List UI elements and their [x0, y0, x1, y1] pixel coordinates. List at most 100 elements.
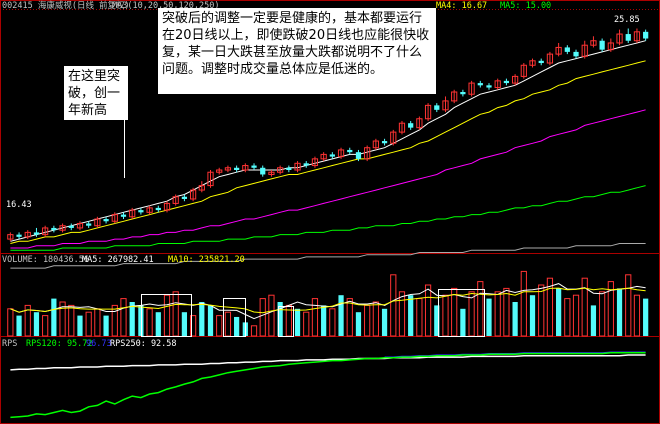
volume-bar [503, 287, 510, 337]
candle-body [86, 223, 92, 226]
volume-bar [346, 298, 353, 337]
volume-bar [94, 308, 101, 337]
volume-bar [103, 315, 109, 336]
candle-body [51, 227, 57, 231]
low-price-marker: 16.43 [6, 200, 32, 210]
volume-bar [321, 305, 327, 336]
volume-bar [599, 291, 606, 337]
rps120-line [10, 352, 646, 419]
volume-bar [181, 312, 188, 336]
volume-bar [329, 308, 336, 337]
volume-bar [486, 298, 492, 336]
rps-panel [10, 351, 646, 419]
volume-bar [216, 315, 223, 337]
volume-bar [372, 301, 379, 337]
ma4-value: MA4: 16.67 [436, 1, 487, 11]
volume-label: VOLUME: 180436.56 [2, 255, 89, 265]
volume-bar [111, 304, 118, 337]
volume-bar [364, 304, 371, 337]
volume-bar [199, 302, 205, 336]
volume-bar [529, 295, 536, 336]
volume-bar [451, 287, 458, 337]
volume-bar [120, 298, 127, 337]
volume-bar [85, 311, 92, 337]
volume-bar [616, 288, 623, 336]
volume-bar [250, 325, 258, 337]
volume-bar [556, 288, 562, 336]
ma3-line [10, 109, 646, 249]
volume-bar [33, 312, 40, 336]
volume-bar [163, 294, 171, 337]
volume-bar [442, 294, 449, 337]
high-price-marker: 25.85 [614, 15, 640, 25]
candle-body [303, 163, 309, 166]
candle-body [355, 152, 362, 159]
candle-body [573, 51, 579, 57]
volume-bar [538, 284, 545, 337]
candle-body [381, 141, 388, 144]
candle-body [155, 207, 161, 211]
rps250-line [10, 354, 646, 371]
volume-ma10: MA10: 235821.20 [168, 255, 245, 265]
volume-bar [51, 298, 57, 336]
candle-body [347, 149, 353, 153]
volume-bar [512, 302, 518, 336]
candle-body [16, 234, 22, 237]
volume-bar [338, 295, 344, 336]
volume-bar [7, 308, 14, 337]
volume-bar [355, 312, 362, 336]
candle-body [120, 214, 127, 217]
volume-bar [468, 291, 475, 337]
ma5-value: MA5: 15.00 [500, 1, 551, 11]
volume-bar [155, 312, 161, 336]
volume-bar [68, 304, 75, 337]
volume-bar [294, 308, 301, 336]
candle-body [538, 60, 544, 64]
candle-body [503, 80, 510, 84]
volume-bar [520, 270, 527, 337]
volume-bar [408, 295, 414, 336]
volume-ma5: MA5: 267982.41 [82, 255, 154, 265]
volume-bar [460, 308, 466, 336]
candle-body [329, 154, 335, 157]
volume-bar [259, 298, 266, 337]
volume-bar [42, 315, 49, 337]
volume-bar [633, 294, 641, 337]
candle-body [564, 47, 570, 52]
volume-bar [564, 298, 571, 337]
candle-body [408, 123, 414, 128]
rps-mid-value: 96.73 [86, 339, 112, 349]
candle-body [286, 167, 292, 170]
volume-bar [390, 274, 397, 337]
volume-bar [172, 291, 179, 337]
volume-bar [224, 311, 232, 337]
volume-bar [416, 298, 423, 337]
candle-body [599, 40, 605, 50]
rps120-value: RPS120: 95.72 [26, 339, 93, 349]
candle-body [625, 34, 631, 41]
candle-body [103, 219, 109, 222]
volume-panel [7, 270, 649, 337]
annotation-main: 突破后的调整一定要是健康的，基本都要运行在20日线以上，即使跌破20日线也应能很… [158, 8, 436, 94]
volume-bar [494, 291, 501, 337]
candle-body [460, 92, 466, 95]
volume-bar [398, 291, 406, 337]
annotation-breakout: 在这里突破，创一年新高 [64, 66, 128, 120]
volume-bar [581, 277, 588, 337]
rps250-value: RPS250: 92.58 [110, 339, 177, 349]
volume-bar [268, 294, 275, 337]
candle-body [260, 167, 266, 175]
candle-body [486, 85, 492, 88]
volume-bar [16, 315, 22, 336]
candle-body [477, 83, 483, 86]
candle-body [33, 232, 40, 235]
candle-body [181, 196, 188, 199]
volume-bar [146, 308, 153, 337]
stock-title: 002415 海康威视(日线 前复权) [2, 0, 130, 11]
volume-bar [311, 298, 319, 337]
candle-body [138, 210, 144, 213]
volume-bar [207, 305, 214, 336]
volume-bar [303, 311, 310, 337]
volume-bar [424, 284, 432, 337]
volume-bar [572, 294, 580, 337]
